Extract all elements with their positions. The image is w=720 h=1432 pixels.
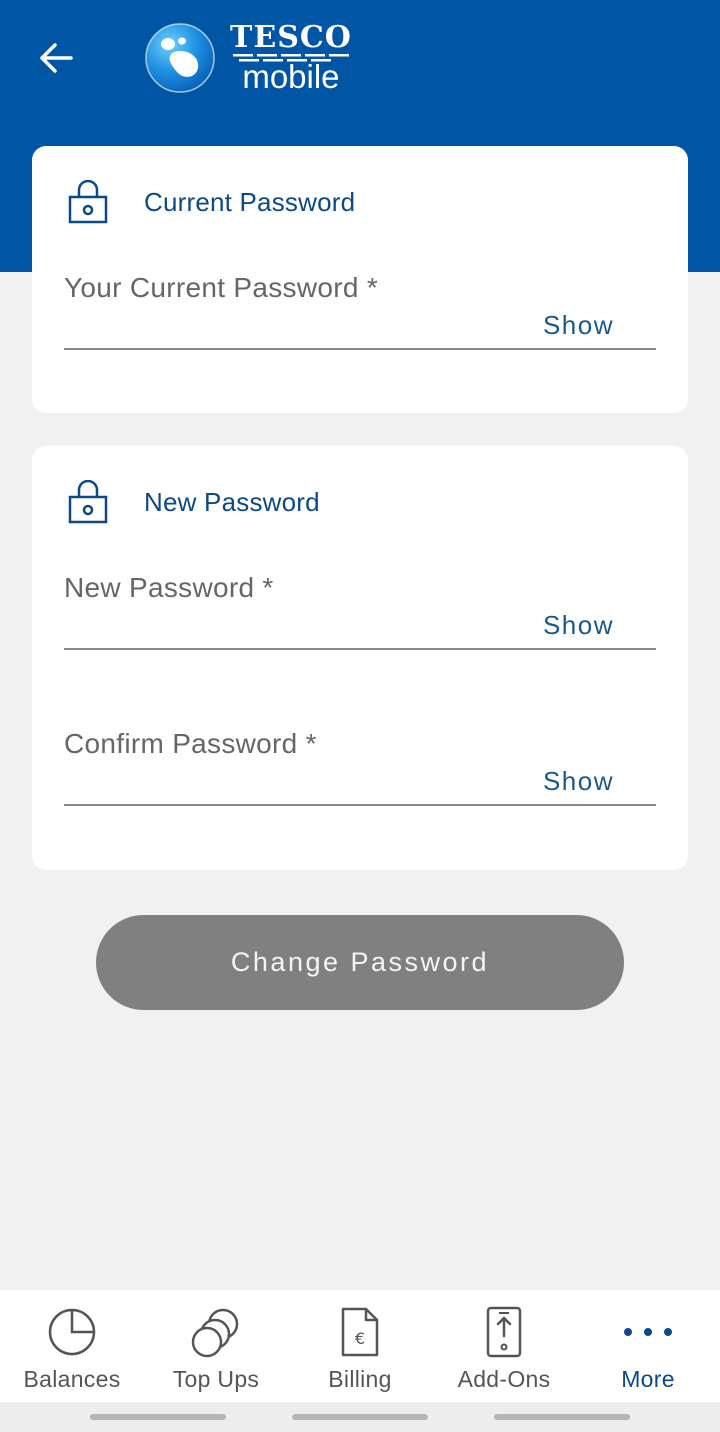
phone-upload-icon — [486, 1306, 522, 1358]
system-handle — [494, 1414, 630, 1420]
confirm-password-field[interactable]: Confirm Password * Show — [64, 728, 656, 806]
coins-icon — [191, 1308, 239, 1358]
nav-item-balances[interactable]: Balances — [0, 1290, 144, 1402]
logo-brand-text: TESCO — [230, 19, 352, 55]
more-dots-icon — [624, 1328, 672, 1336]
arrow-left-icon — [40, 43, 73, 73]
system-navigation-bar — [0, 1402, 720, 1432]
system-handle — [90, 1414, 226, 1420]
nav-item-top-ups[interactable]: Top Ups — [144, 1290, 288, 1402]
euro-document-icon: € — [341, 1307, 379, 1357]
lock-icon — [68, 180, 108, 224]
show-confirm-password-button[interactable]: Show — [543, 766, 614, 797]
nav-label: Balances — [23, 1366, 121, 1392]
nav-label: Top Ups — [172, 1366, 260, 1392]
nav-label: Add-Ons — [457, 1366, 551, 1392]
new-password-card: New Password New Password * Show Confirm… — [32, 446, 688, 870]
new-password-field[interactable]: New Password * Show — [64, 572, 656, 650]
current-password-label: Your Current Password * — [64, 272, 379, 303]
current-password-field[interactable]: Your Current Password * Show — [64, 272, 656, 350]
system-handle — [292, 1414, 428, 1420]
bottom-navigation: Balances Top Ups € Billing Add-Ons More — [0, 1290, 720, 1402]
nav-item-add-ons[interactable]: Add-Ons — [432, 1290, 576, 1402]
nav-label: More — [621, 1366, 675, 1392]
tesco-mobile-logo: TESCO mobile — [144, 18, 352, 98]
lock-icon — [68, 480, 108, 524]
logo-product-text: mobile — [242, 57, 340, 95]
svg-text:€: € — [355, 1329, 365, 1348]
current-password-card: Current Password Your Current Password *… — [32, 146, 688, 413]
current-password-title: Current Password — [144, 186, 356, 217]
nav-item-billing[interactable]: € Billing — [288, 1290, 432, 1402]
tesco-mobile-logo-mark-icon — [145, 23, 215, 93]
pie-chart-icon — [48, 1308, 96, 1356]
nav-label: Billing — [328, 1366, 392, 1392]
show-new-password-button[interactable]: Show — [543, 610, 614, 641]
new-password-label: New Password * — [64, 572, 274, 603]
change-password-button[interactable]: Change Password — [96, 915, 624, 1010]
confirm-password-label: Confirm Password * — [64, 728, 317, 759]
show-current-password-button[interactable]: Show — [543, 310, 614, 341]
back-button[interactable] — [34, 36, 78, 80]
new-password-title: New Password — [144, 486, 320, 517]
nav-item-more[interactable]: More — [576, 1290, 720, 1402]
